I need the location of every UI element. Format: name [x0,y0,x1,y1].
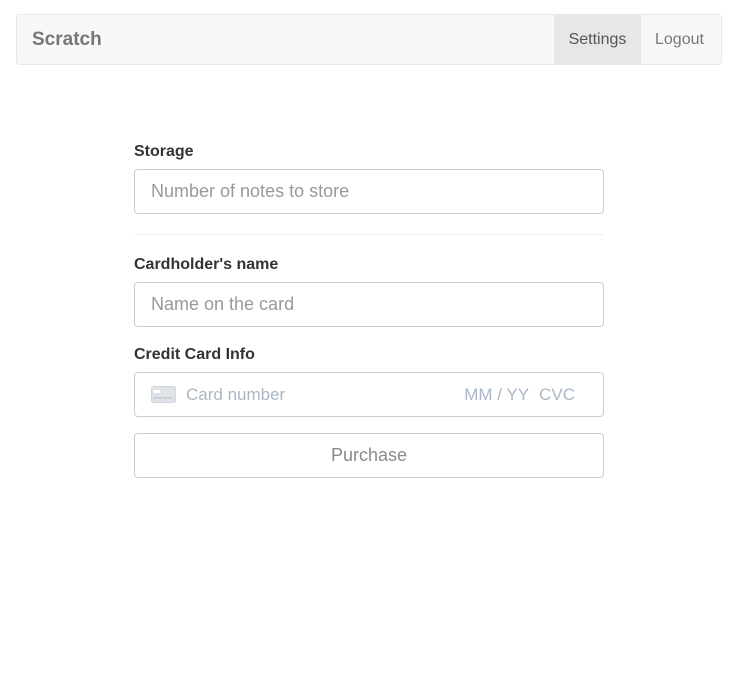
credit-card-label: Credit Card Info [134,346,255,363]
cardholder-name-input[interactable] [134,282,604,327]
cardholder-label: Cardholder's name [134,256,279,273]
billing-form: Storage Cardholder's name Credit Card In… [134,142,604,478]
card-cvc-input[interactable]: CVC [539,385,575,405]
credit-card-icon [151,386,176,403]
credit-card-field[interactable]: Card number MM / YY CVC [134,372,604,417]
brand-link[interactable]: Scratch [17,15,554,64]
card-expiry-input[interactable]: MM / YY [464,385,529,405]
nav-links: Settings Logout [554,15,721,64]
card-number-input[interactable]: Card number [186,385,464,405]
nav-logout-link[interactable]: Logout [641,15,721,64]
nav-settings-link[interactable]: Settings [554,15,641,64]
divider [134,234,604,235]
storage-input[interactable] [134,169,604,214]
purchase-button[interactable]: Purchase [134,433,604,478]
navbar: Scratch Settings Logout [16,14,722,65]
storage-label: Storage [134,143,194,160]
